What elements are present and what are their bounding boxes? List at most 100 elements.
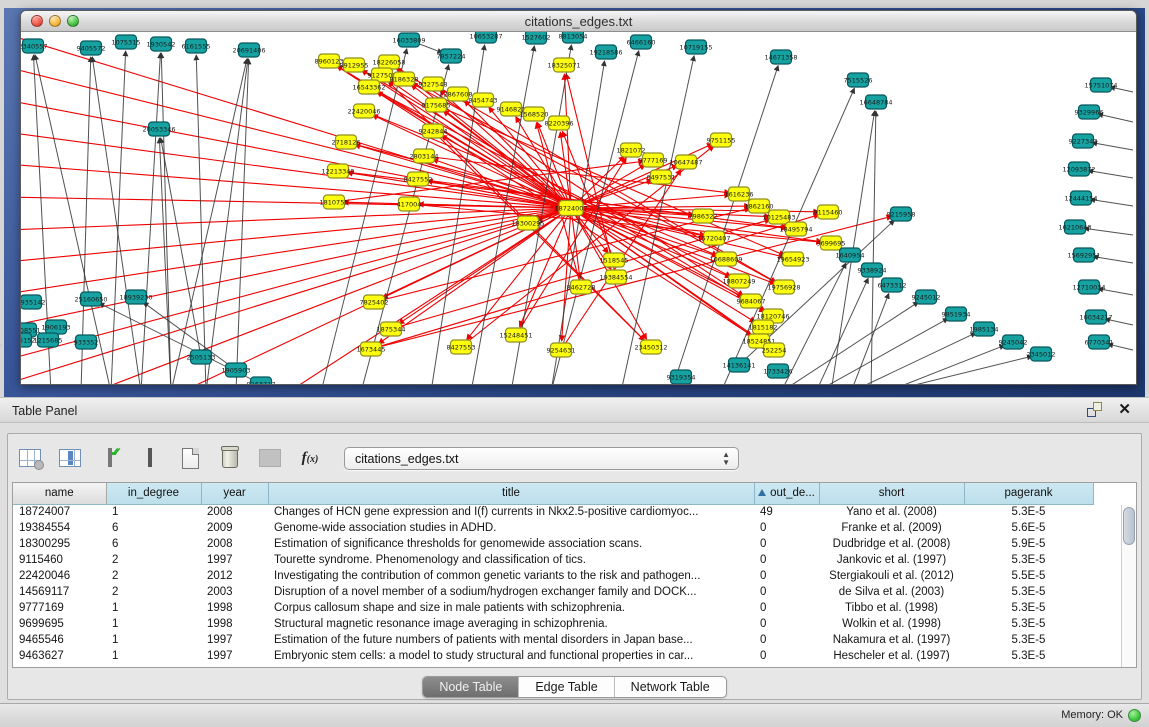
graph-node[interactable]: 15692951 — [1067, 248, 1100, 262]
table-panel-header[interactable]: Table Panel ✕ — [0, 397, 1149, 423]
graph-node[interactable]: 12093872 — [1062, 162, 1095, 176]
graph-node[interactable]: 15248451 — [499, 328, 532, 342]
table-cell[interactable]: 2008 — [201, 536, 268, 552]
float-panel-icon[interactable] — [1087, 402, 1102, 417]
graph-edge[interactable] — [196, 55, 206, 384]
table-cell[interactable]: 5.9E-5 — [964, 536, 1093, 552]
table-cell[interactable]: 1997 — [201, 552, 268, 568]
table-cell[interactable]: 6 — [106, 520, 201, 536]
graph-node[interactable]: 20053346 — [142, 122, 175, 136]
table-cell[interactable]: 14569117 — [13, 584, 106, 600]
graph-edge[interactable] — [111, 51, 126, 384]
table-cell[interactable]: 1 — [106, 632, 201, 648]
graph-node[interactable]: 9751155 — [707, 133, 736, 147]
table-cell[interactable]: 0 — [754, 536, 819, 552]
graph-node[interactable]: 9227343 — [1069, 134, 1098, 148]
table-row[interactable]: 977716911998Corpus callosum shape and si… — [13, 600, 1093, 616]
table-row[interactable]: 1456911722003Disruption of a novel membe… — [13, 584, 1093, 600]
table-cell[interactable]: Disruption of a novel member of a sodium… — [268, 584, 754, 600]
column-header-year[interactable]: year — [201, 483, 268, 504]
graph-node[interactable]: 8813054 — [559, 32, 588, 43]
table-cell[interactable]: 1997 — [201, 648, 268, 664]
graph-node[interactable]: 10653287 — [469, 32, 502, 43]
graph-node[interactable]: 1640954 — [836, 248, 865, 262]
table-cell[interactable]: 0 — [754, 600, 819, 616]
table-cell[interactable]: 1 — [106, 648, 201, 664]
graph-node[interactable]: 1733426 — [764, 364, 793, 378]
table-selector-dropdown[interactable]: citations_edges.txt ▲▼ — [344, 447, 739, 470]
graph-node[interactable]: 1815182 — [749, 320, 778, 334]
graph-node[interactable]: 23450312 — [634, 340, 667, 354]
graph-node[interactable]: 14671358 — [764, 50, 797, 64]
graph-edge[interactable] — [371, 216, 892, 349]
graph-node[interactable]: 6497531 — [647, 170, 676, 184]
table-settings-button[interactable] — [16, 444, 44, 472]
graph-node[interactable]: 6473312 — [878, 278, 907, 292]
graph-node[interactable]: 10719155 — [679, 40, 712, 54]
column-header-pagerank[interactable]: pagerank — [964, 483, 1093, 504]
table-cell[interactable]: Corpus callosum shape and size in male p… — [268, 600, 754, 616]
panel-collapse-arrow-icon[interactable]: ▸ — [0, 340, 5, 351]
graph-node[interactable]: 7986322 — [689, 209, 718, 223]
graph-node[interactable]: 8215958 — [887, 207, 916, 221]
graph-node[interactable]: 9263717 — [247, 377, 276, 384]
graph-node[interactable]: 6161555 — [182, 39, 211, 53]
network-canvas[interactable]: 1872400789601238912955182260589127503165… — [21, 32, 1136, 384]
table-cell[interactable]: 5.6E-5 — [964, 520, 1093, 536]
table-row[interactable]: 946362711997Embryonic stem cells: a mode… — [13, 648, 1093, 664]
table-cell[interactable]: Jankovic et al. (1997) — [819, 552, 964, 568]
column-header-out_degree[interactable]: out_de... — [754, 483, 819, 504]
table-row[interactable]: 2242004622012Investigating the contribut… — [13, 568, 1093, 584]
graph-edge[interactable] — [21, 69, 571, 208]
table-cell[interactable]: 9465546 — [13, 632, 106, 648]
graph-node[interactable]: 1075315 — [112, 35, 141, 49]
graph-node[interactable]: 8462728 — [567, 280, 596, 294]
table-cell[interactable]: Wolkin et al. (1998) — [819, 616, 964, 632]
column-header-in_degree[interactable]: in_degree — [106, 483, 201, 504]
table-cell[interactable]: Tourette syndrome. Phenomenology and cla… — [268, 552, 754, 568]
graph-edge[interactable] — [851, 293, 889, 384]
table-cell[interactable]: 5.3E-5 — [964, 552, 1093, 568]
graph-node[interactable]: 25160650 — [74, 292, 107, 306]
table-cell[interactable]: 18724007 — [13, 504, 106, 520]
table-cell[interactable]: 5.3E-5 — [964, 504, 1093, 520]
graph-edge[interactable] — [816, 318, 948, 384]
graph-node[interactable]: 9319354 — [667, 370, 696, 384]
network-canvas-container[interactable]: 1872400789601238912955182260589127503165… — [21, 32, 1136, 384]
table-cell[interactable]: 1 — [106, 616, 201, 632]
table-cell[interactable]: 19384554 — [13, 520, 106, 536]
table-row[interactable]: 969969511998Structural magnetic resonanc… — [13, 616, 1093, 632]
graph-node[interactable]: 18724007 — [554, 201, 587, 216]
row-height-button[interactable] — [136, 444, 164, 472]
table-row[interactable]: 946554611997Estimation of the future num… — [13, 632, 1093, 648]
graph-edge[interactable] — [871, 111, 876, 384]
new-table-button[interactable] — [176, 444, 204, 472]
node-attribute-table[interactable]: namein_degreeyeartitleout_de...shortpage… — [13, 483, 1094, 664]
graph-node[interactable]: 9175685 — [422, 98, 451, 112]
scrollbar-thumb[interactable] — [1123, 507, 1135, 545]
graph-node[interactable]: 1527602 — [522, 32, 551, 44]
graph-node[interactable]: 19218586 — [589, 45, 622, 59]
column-header-short[interactable]: short — [819, 483, 964, 504]
graph-node[interactable]: 12444154 — [1064, 191, 1097, 205]
show-columns-button[interactable] — [96, 444, 124, 472]
graph-node[interactable]: 417004 — [397, 197, 422, 211]
graph-node[interactable]: 8186328 — [390, 72, 419, 86]
table-cell[interactable]: Yano et al. (2008) — [819, 504, 964, 520]
table-cell[interactable]: 9777169 — [13, 600, 106, 616]
graph-node[interactable]: 8427553 — [447, 340, 476, 354]
memory-ok-indicator-icon[interactable] — [1128, 709, 1141, 722]
table-cell[interactable]: 5.3E-5 — [964, 584, 1093, 600]
table-vertical-scrollbar[interactable] — [1121, 505, 1136, 667]
graph-node[interactable]: 8912955 — [340, 58, 369, 72]
table-cell[interactable]: 1997 — [201, 632, 268, 648]
graph-node[interactable]: 1616236 — [725, 187, 754, 201]
table-cell[interactable]: 5.3E-5 — [964, 648, 1093, 664]
graph-node[interactable]: 6770341 — [1085, 335, 1114, 349]
graph-node[interactable]: 9327548 — [419, 77, 448, 91]
graph-node[interactable]: 2345012 — [1027, 347, 1056, 361]
graph-node[interactable]: 20691406 — [232, 43, 265, 57]
table-cell[interactable]: 5.3E-5 — [964, 600, 1093, 616]
graph-edge[interactable] — [21, 197, 571, 208]
graph-node[interactable]: 1875344 — [377, 322, 406, 336]
